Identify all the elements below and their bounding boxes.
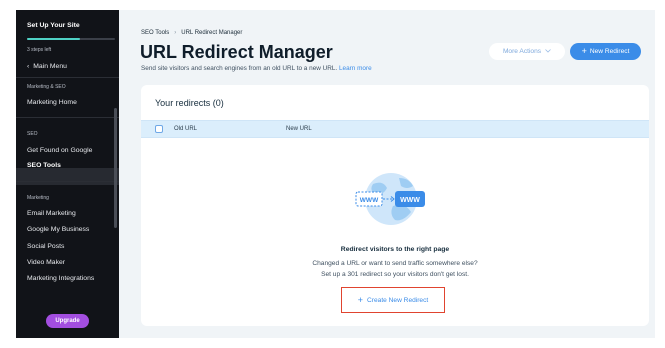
- plus-icon: +: [581, 46, 587, 56]
- redirects-card: Your redirects (0) Old URL New URL WWW W…: [141, 85, 649, 326]
- chevron-left-icon: ‹: [27, 63, 30, 70]
- breadcrumb-current: URL Redirect Manager: [181, 30, 243, 36]
- sidebar-item-email-marketing[interactable]: Email Marketing: [27, 210, 76, 217]
- section-marketing-seo: Marketing & SEO: [27, 84, 66, 90]
- empty-state-text-1: Changed a URL or want to send traffic so…: [312, 260, 478, 267]
- setup-progress-fill: [27, 38, 80, 40]
- column-new-url: New URL: [286, 126, 312, 132]
- more-actions-label: More Actions: [502, 48, 542, 55]
- subtitle-text: Send site visitors and search engines fr…: [141, 65, 338, 72]
- section-seo: SEO: [27, 131, 38, 137]
- select-all-checkbox[interactable]: [155, 125, 163, 133]
- more-actions-button[interactable]: More Actions: [489, 43, 565, 60]
- chevron-right-icon: ›: [174, 30, 177, 36]
- old-www-label: WWW: [360, 197, 379, 204]
- empty-state-text-2: Set up a 301 redirect so your visitors d…: [321, 271, 469, 278]
- main-menu-link[interactable]: ‹ Main Menu: [27, 63, 67, 70]
- sidebar-item-seo-tools[interactable]: SEO Tools: [27, 162, 61, 169]
- new-redirect-button[interactable]: + New Redirect: [570, 43, 641, 60]
- sidebar-item-marketing-integrations[interactable]: Marketing Integrations: [27, 275, 94, 282]
- upgrade-button[interactable]: Upgrade: [46, 314, 89, 328]
- sidebar-divider: [16, 77, 119, 78]
- sidebar-item-social-posts[interactable]: Social Posts: [27, 243, 64, 250]
- sidebar-scrollbar[interactable]: [114, 108, 117, 228]
- create-new-redirect-label: Create New Redirect: [367, 296, 429, 304]
- main-menu-label: Main Menu: [33, 63, 67, 70]
- steps-left-label: 3 steps left: [27, 47, 52, 53]
- section-marketing: Marketing: [27, 195, 49, 201]
- breadcrumb-seo-tools[interactable]: SEO Tools: [141, 30, 169, 36]
- sidebar: Set Up Your Site 3 steps left ‹ Main Menu…: [16, 10, 119, 338]
- create-new-redirect-button[interactable]: + Create New Redirect: [341, 287, 445, 313]
- sidebar-item-video-maker[interactable]: Video Maker: [27, 259, 65, 266]
- setup-progress-bar: [27, 38, 115, 40]
- card-title: Your redirects (0): [155, 98, 224, 108]
- sidebar-item-marketing-home[interactable]: Marketing Home: [27, 99, 77, 106]
- main-content: SEO Tools › URL Redirect Manager URL Redir…: [119, 10, 655, 338]
- breadcrumb: SEO Tools › URL Redirect Manager: [141, 30, 242, 36]
- empty-state-title: Redirect visitors to the right page: [340, 246, 450, 253]
- chevron-down-icon: [545, 48, 551, 55]
- new-redirect-label: New Redirect: [589, 48, 630, 55]
- sidebar-divider: [16, 181, 119, 182]
- page-subtitle: Send site visitors and search engines fr…: [141, 65, 372, 72]
- setup-title[interactable]: Set Up Your Site: [27, 22, 80, 29]
- sidebar-divider: [16, 117, 119, 118]
- new-www-label: WWW: [400, 197, 420, 204]
- sidebar-selected-bg: [16, 168, 119, 185]
- table-header: Old URL New URL: [141, 120, 649, 138]
- redirect-illustration: WWW WWW: [353, 170, 439, 235]
- learn-more-link[interactable]: Learn more: [339, 65, 372, 72]
- plus-icon: +: [357, 294, 364, 305]
- column-old-url: Old URL: [174, 126, 198, 132]
- page-title: URL Redirect Manager: [140, 42, 333, 62]
- sidebar-item-get-found[interactable]: Get Found on Google: [27, 147, 92, 154]
- sidebar-item-google-my-business[interactable]: Google My Business: [27, 226, 89, 233]
